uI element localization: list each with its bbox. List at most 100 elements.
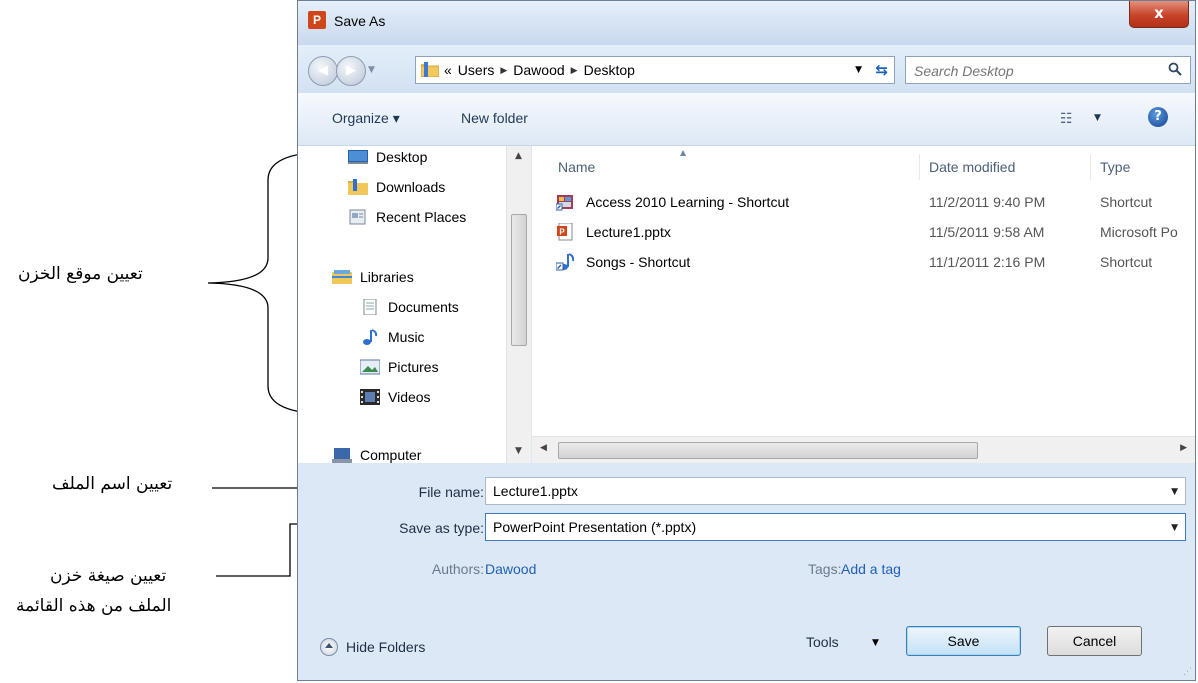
cancel-button[interactable]: Cancel (1047, 626, 1142, 656)
breadcrumb-separator-icon[interactable]: ▶ (500, 65, 507, 76)
nav-label: Computer (360, 447, 422, 463)
breadcrumb-overflow[interactable]: « (444, 62, 452, 78)
tools-menu[interactable]: Tools (806, 634, 839, 650)
navigation-pane: Desktop Downloads Recent Places Librarie… (298, 146, 531, 463)
music-icon (363, 329, 378, 345)
nav-item-computer[interactable]: Computer (332, 447, 421, 463)
nav-label: Videos (388, 389, 431, 405)
search-box[interactable] (905, 56, 1191, 84)
address-bar[interactable]: « Users ▶ Dawood ▶ Desktop ▼ ⇆ (415, 56, 895, 84)
nav-label: Recent Places (376, 209, 467, 225)
file-date: 11/5/2011 9:58 AM (929, 224, 1045, 240)
music-shortcut-icon (556, 253, 574, 271)
file-type: Microsoft Po (1100, 224, 1178, 240)
hide-folders-button[interactable]: Hide Folders (320, 638, 425, 656)
pictures-icon (360, 359, 380, 375)
back-button[interactable]: ◀ (308, 56, 338, 86)
file-date: 11/1/2011 2:16 PM (929, 254, 1046, 270)
column-header-date-modified[interactable]: Date modified (929, 159, 1015, 175)
chevron-down-icon[interactable]: ▼ (1171, 487, 1178, 497)
file-row[interactable]: P Lecture1.pptx 11/5/2011 9:58 AM Micros… (532, 221, 1195, 245)
nav-item-libraries[interactable]: Libraries (332, 269, 414, 285)
file-type: Shortcut (1100, 254, 1153, 270)
help-icon: ? (1154, 109, 1162, 124)
column-header-type[interactable]: Type (1100, 159, 1130, 175)
scroll-right-icon[interactable]: ▶ (1180, 443, 1187, 453)
file-type: Shortcut (1100, 194, 1153, 210)
downloads-folder-icon (348, 179, 368, 195)
file-name: Access 2010 Learning - Shortcut (586, 194, 790, 210)
refresh-button[interactable]: ⇆ (875, 61, 888, 79)
recent-places-icon (349, 209, 366, 225)
scroll-thumb[interactable] (558, 442, 978, 459)
scroll-down-icon[interactable]: ▼ (515, 446, 522, 456)
file-name-input[interactable] (493, 482, 1153, 500)
file-row[interactable]: Songs - Shortcut 11/1/2011 2:16 PM Short… (532, 251, 1195, 275)
file-name: Songs - Shortcut (586, 254, 691, 270)
view-options-icon[interactable]: ☷ (1060, 111, 1073, 127)
nav-item-downloads[interactable]: Downloads (348, 179, 445, 195)
organize-menu[interactable]: Organize ▾ (332, 110, 400, 127)
nav-label: Pictures (388, 359, 439, 375)
save-button[interactable]: Save (906, 626, 1021, 656)
shortcut-icon (556, 195, 573, 211)
help-button[interactable]: ? (1148, 107, 1168, 127)
breadcrumb-item-desktop[interactable]: Desktop (584, 62, 635, 78)
breadcrumb-item-users[interactable]: Users (458, 62, 495, 78)
chevron-down-icon[interactable]: ▼ (1171, 523, 1178, 533)
nav-item-music[interactable]: Music (360, 329, 425, 345)
svg-text:P: P (559, 228, 565, 237)
authors-label: Authors: (431, 561, 484, 577)
file-name: Lecture1.pptx (586, 224, 671, 240)
nav-pane-scrollbar[interactable]: ▲ ▼ (506, 146, 531, 463)
folder-icon (421, 62, 439, 77)
add-tag-link[interactable]: Add a tag (841, 561, 901, 577)
sort-ascending-icon: ▲ (680, 148, 687, 157)
libraries-icon (332, 270, 352, 284)
authors-value[interactable]: Dawood (485, 561, 536, 577)
column-divider[interactable] (919, 154, 920, 180)
search-input[interactable] (912, 61, 1156, 81)
address-dropdown-icon[interactable]: ▼ (855, 65, 862, 75)
file-date: 11/2/2011 9:40 PM (929, 194, 1046, 210)
arrow-right-icon: ▶ (346, 63, 356, 78)
documents-icon (363, 299, 377, 315)
column-divider[interactable] (1090, 154, 1091, 180)
file-list: ▲ Name Date modified Type Access 2010 Le… (532, 146, 1195, 463)
file-name-label: File name: (418, 484, 484, 500)
forward-button[interactable]: ▶ (336, 56, 366, 86)
search-icon[interactable] (1168, 62, 1182, 76)
save-as-type-select[interactable]: PowerPoint Presentation (*.pptx) ▼ (485, 513, 1186, 541)
breadcrumb-separator-icon[interactable]: ▶ (571, 65, 578, 76)
tags-label: Tags: (808, 561, 842, 577)
refresh-icon: ⇆ (875, 61, 888, 79)
tools-dropdown-icon[interactable]: ▼ (872, 638, 879, 648)
nav-label: Desktop (376, 149, 428, 165)
view-dropdown-icon[interactable]: ▼ (1094, 113, 1101, 123)
nav-item-pictures[interactable]: Pictures (360, 359, 439, 375)
column-header-name[interactable]: Name (558, 159, 595, 175)
close-button[interactable]: x (1129, 1, 1189, 28)
scroll-up-icon[interactable]: ▲ (515, 151, 522, 161)
desktop-icon (348, 150, 368, 164)
scroll-thumb[interactable] (511, 214, 527, 346)
pptx-file-icon: P (557, 223, 573, 241)
recent-locations-dropdown[interactable]: ▼ (368, 65, 375, 75)
nav-item-videos[interactable]: Videos (360, 389, 431, 405)
nav-item-documents[interactable]: Documents (360, 299, 459, 315)
computer-icon (332, 448, 352, 463)
resize-grip-icon[interactable]: ⋰ (1183, 667, 1192, 677)
navigation-bar: ◀ ▶ ▼ « Users ▶ Dawood ▶ Desktop ▼ ⇆ (298, 45, 1195, 93)
breadcrumb-item-dawood[interactable]: Dawood (513, 62, 564, 78)
nav-item-recent-places[interactable]: Recent Places (348, 209, 466, 225)
hide-folders-label: Hide Folders (346, 639, 426, 655)
file-list-horizontal-scrollbar[interactable]: ◀ ▶ (532, 436, 1195, 463)
nav-item-desktop[interactable]: Desktop (348, 149, 427, 165)
file-name-combobox[interactable]: ▼ (485, 477, 1186, 505)
file-row[interactable]: Access 2010 Learning - Shortcut 11/2/201… (532, 191, 1195, 215)
scroll-left-icon[interactable]: ◀ (540, 443, 547, 453)
command-toolbar: Organize ▾ New folder ☷ ▼ ? (298, 93, 1195, 146)
new-folder-button[interactable]: New folder (461, 110, 528, 126)
save-as-type-label: Save as type: (399, 520, 484, 536)
breadcrumb: « Users ▶ Dawood ▶ Desktop (444, 62, 635, 78)
